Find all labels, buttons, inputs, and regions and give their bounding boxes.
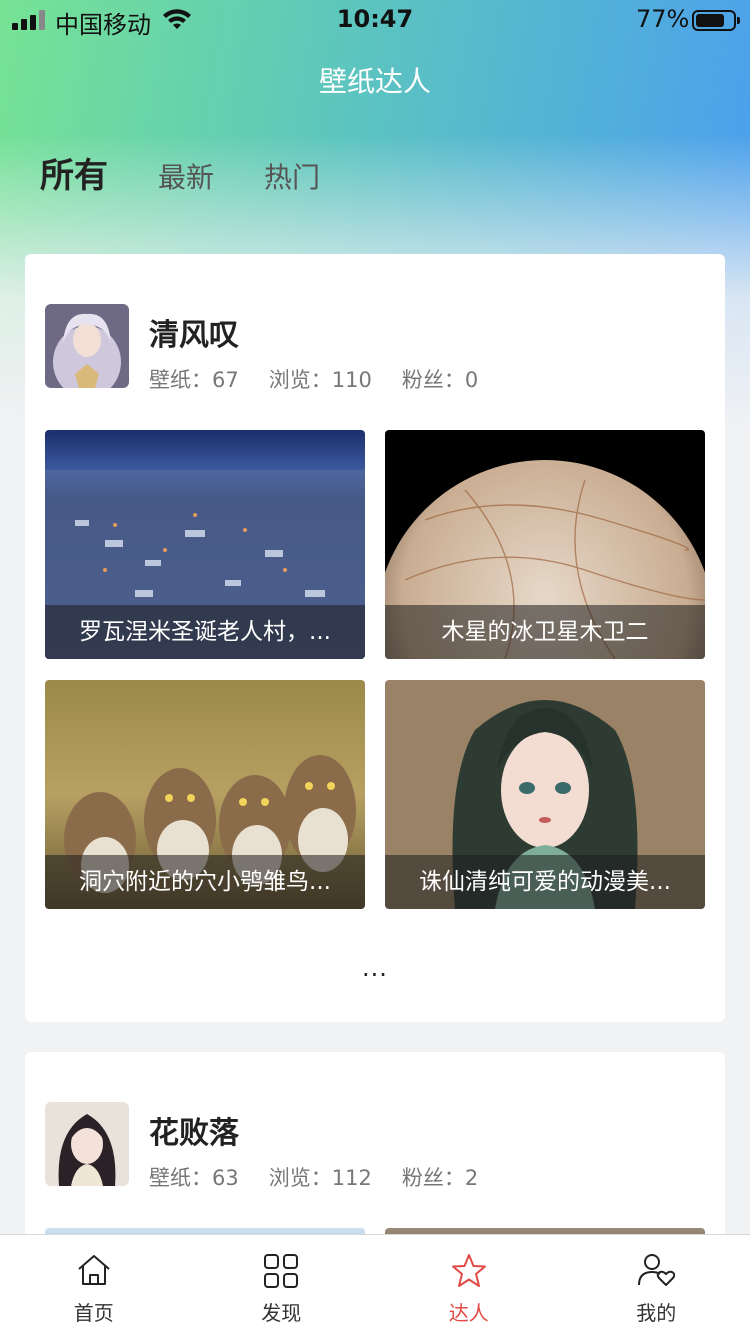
wallpaper-caption: 洞穴附近的穴小鸮雏鸟... bbox=[45, 855, 365, 909]
star-icon bbox=[451, 1254, 486, 1287]
user-card: 花败落 壁纸：63 浏览：112 粉丝：2 bbox=[25, 1052, 725, 1252]
user-card: 清风叹 壁纸：67 浏览：110 粉丝：0 罗瓦涅米圣诞老人村，... 木星的冰… bbox=[25, 254, 725, 1022]
home-icon bbox=[78, 1255, 110, 1285]
view-count: 浏览：110 bbox=[268, 368, 372, 392]
grid-icon bbox=[264, 1254, 299, 1288]
bottom-tab-bar: 首页 发现 达人 我的 bbox=[0, 1234, 750, 1334]
fan-count: 粉丝：2 bbox=[401, 1166, 479, 1190]
tab-popular[interactable]: 热门 bbox=[264, 156, 320, 196]
tab-all[interactable]: 所有 bbox=[40, 148, 108, 197]
wallpaper-count: 壁纸：63 bbox=[149, 1166, 239, 1190]
avatar[interactable] bbox=[45, 304, 129, 388]
wallpaper-count: 壁纸：67 bbox=[149, 368, 239, 392]
wallpaper-thumbnail[interactable]: 罗瓦涅米圣诞老人村，... bbox=[45, 430, 365, 659]
user-stats: 壁纸：63 浏览：112 粉丝：2 bbox=[149, 1162, 508, 1192]
tabbar-label: 发现 bbox=[261, 1301, 302, 1325]
tabbar-experts[interactable]: 达人 bbox=[375, 1235, 563, 1334]
fan-count: 粉丝：0 bbox=[401, 368, 479, 392]
wallpaper-thumbnail[interactable]: 洞穴附近的穴小鸮雏鸟... bbox=[45, 680, 365, 909]
tabbar-discover[interactable]: 发现 bbox=[188, 1235, 376, 1334]
user-heart-icon bbox=[638, 1254, 676, 1286]
tabbar-mine[interactable]: 我的 bbox=[563, 1235, 750, 1334]
battery-icon bbox=[692, 10, 740, 31]
tabbar-home[interactable]: 首页 bbox=[0, 1235, 188, 1334]
wallpaper-caption: 罗瓦涅米圣诞老人村，... bbox=[45, 605, 365, 659]
user-stats: 壁纸：67 浏览：110 粉丝：0 bbox=[149, 364, 508, 394]
filter-tabs: 所有 最新 热门 bbox=[40, 148, 370, 197]
more-button[interactable]: ... bbox=[25, 954, 725, 982]
status-bar: 中国移动 10:47 77% bbox=[0, 0, 750, 40]
user-name[interactable]: 清风叹 bbox=[149, 310, 239, 354]
page-title: 壁纸达人 bbox=[318, 65, 431, 98]
tabbar-label: 首页 bbox=[73, 1301, 114, 1325]
wallpaper-caption: 诛仙清纯可爱的动漫美... bbox=[385, 855, 705, 909]
tabbar-label: 我的 bbox=[636, 1301, 677, 1325]
battery-percentage: 77% bbox=[636, 5, 690, 33]
wallpaper-thumbnail[interactable]: 诛仙清纯可爱的动漫美... bbox=[385, 680, 705, 909]
avatar[interactable] bbox=[45, 1102, 129, 1186]
view-count: 浏览：112 bbox=[268, 1166, 372, 1190]
wallpaper-caption: 木星的冰卫星木卫二 bbox=[385, 605, 705, 659]
tabbar-label: 达人 bbox=[448, 1301, 489, 1325]
user-name[interactable]: 花败落 bbox=[149, 1108, 239, 1152]
tab-latest[interactable]: 最新 bbox=[158, 156, 214, 196]
wallpaper-thumbnail[interactable]: 木星的冰卫星木卫二 bbox=[385, 430, 705, 659]
